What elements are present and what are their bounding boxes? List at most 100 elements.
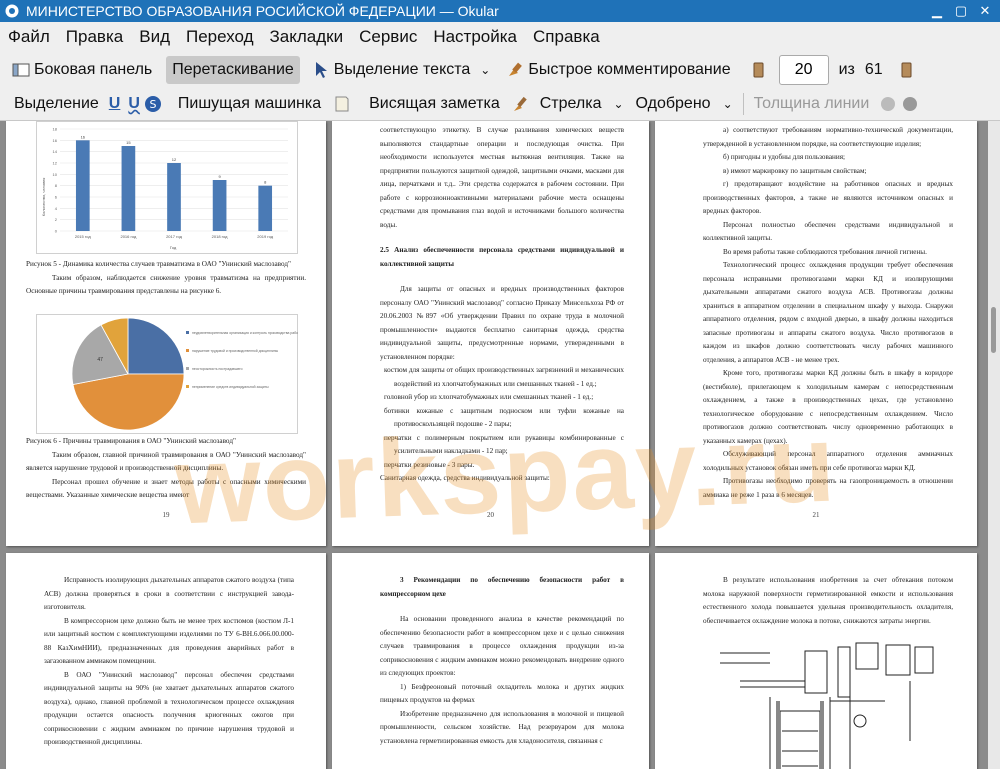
paragraph: В ОАО "Унинский маслозавод" персонал обе… [44,670,294,747]
note-icon [335,96,349,112]
pie-data-label: 47 [97,357,103,363]
chevron-down-icon[interactable]: ⌄ [480,63,490,77]
figure-6-caption: Рисунок 6 - Причины травмирования в ОАО … [26,437,236,445]
y-tick-label: 12 [53,161,58,166]
paragraph: Санитарная одежда, средства индивидуальн… [380,474,550,482]
chevron-down-icon[interactable]: ⌄ [613,97,623,111]
okular-app-icon [5,4,19,18]
drag-button[interactable]: Перетаскивание [166,56,300,84]
bar [167,163,181,231]
list-item: перчатки с полимерным покрытием или рука… [384,433,624,456]
line-width-button[interactable]: Толщина линии [748,90,876,118]
svg-text:S: S [149,98,156,111]
paragraph: Персонал полностью обеспечен средствами … [703,220,953,243]
bar-chart-x-label: Год [170,245,177,250]
pie-chart: 47 неудовлетворительная организация и ко… [36,314,298,434]
typewriter-button[interactable]: Пишущая машинка [172,90,327,118]
color-icon[interactable] [879,95,897,113]
bar [212,180,227,231]
paragraph: Обслуживающий персонал аппаратного отдел… [703,450,953,472]
x-tick-label: 2017 год [166,234,183,239]
total-pages: 61 [864,61,883,78]
stamp-button[interactable]: Одобрено ⌄ [630,90,739,118]
chevron-down-icon[interactable]: ⌄ [723,97,733,111]
page-22: Исправность изолирующих дыхательных аппа… [6,553,326,769]
section-heading: 2.5 Анализ обеспеченности персонала сред… [380,246,624,268]
maximize-icon[interactable]: ▢ [952,2,970,20]
bar-chart-y-label: Количество, человек [41,177,46,216]
menu-settings[interactable]: Настройка [425,27,525,47]
close-icon[interactable]: ✕ [976,2,994,20]
page-20: соответствующую этикетку. В случае разли… [332,121,649,546]
paragraph: На основании проведенного анализа в каче… [380,615,624,677]
vertical-scrollbar[interactable] [988,121,1000,769]
paragraph: Исправность изолирующих дыхательных аппа… [44,576,294,611]
menu-tools[interactable]: Сервис [351,27,425,47]
y-tick-label: 10 [53,172,58,177]
next-page-icon[interactable] [897,61,915,79]
page-number: 19 [162,510,170,519]
legend-entry: нарушение трудовой и производственной ди… [192,349,279,353]
quick-comment-label: Быстрое комментирование [528,61,731,78]
menu-go[interactable]: Переход [178,27,262,47]
document-viewport[interactable]: 0 2 4 6 8 10 12 14 16 18 16 2015 год 15 2016 год 12 201… [0,121,988,769]
bar-chart: 024681012141618162015 год152016 год12201… [36,121,298,254]
paragraph: Во время работы также соблюдаются требов… [723,247,927,256]
list-item: в) имеют маркировку по защитным свойства… [723,166,867,175]
menu-edit[interactable]: Правка [58,27,131,47]
strikeout-icon[interactable]: S [144,95,162,113]
bar [75,140,90,231]
paragraph: Таким образом, наблюдается снижение уров… [26,273,306,296]
list-item: ботинки кожаные с защитным подноском или… [384,406,624,429]
minimize-icon[interactable]: ▁ [928,2,946,20]
page-23: 3 Рекомендации по обеспечению безопаснос… [332,553,649,769]
previous-page-icon[interactable] [749,61,767,79]
pop-up-note-button[interactable]: Висящая заметка [363,90,506,118]
sidebar-button[interactable]: Боковая панель [6,56,158,84]
squiggle-underline-icon[interactable]: U [124,90,144,118]
highlight-label: Выделение [14,95,99,112]
text-select-button[interactable]: Выделение текста ⌄ [306,56,497,84]
text-select-label: Выделение текста [333,61,471,78]
arrow-button[interactable]: Стрелка ⌄ [534,90,630,118]
paragraph: Противогазы необходимо проверять на газо… [703,477,953,499]
list-item: а) соответствуют требованиям нормативно-… [703,126,953,148]
bar-value-label: 16 [81,134,86,139]
scrollbar-thumb[interactable] [991,307,996,353]
opacity-icon[interactable] [901,95,919,113]
menu-file[interactable]: Файл [0,27,58,47]
legend-entry: неудовлетворительная организация и контр… [192,331,298,335]
paragraph: Для защиты от опасных и вредных производ… [380,285,624,361]
x-tick-label: 2019 год [257,234,274,239]
paragraph: Технологический процесс охлаждения проду… [703,261,953,364]
main-toolbar: Боковая панель Перетаскивание Выделение … [0,52,1000,88]
okular-window: МИНИСТЕРСТВО ОБРАЗОВАНИЯ РОСИЙСКОЙ ФЕДЕР… [0,0,1000,769]
page-number-input[interactable] [778,55,829,85]
paragraph: Кроме того, противогазы марки КД должны … [703,369,953,445]
stamp-label: Одобрено [635,95,711,112]
menu-view[interactable]: Вид [131,27,178,47]
page-number: 21 [812,510,820,519]
bar-value-label: 15 [126,140,131,145]
y-tick-label: 18 [53,127,58,132]
underline-icon[interactable]: U [105,90,125,118]
drag-label: Перетаскивание [172,61,294,78]
bar-value-label: 12 [172,157,177,162]
x-tick-label: 2015 год [75,234,92,239]
x-tick-label: 2016 год [120,234,137,239]
technical-drawing [720,642,934,769]
highlight-button[interactable]: Выделение [8,90,105,118]
pop-up-note-label: Висящая заметка [369,95,500,112]
marker-icon [509,62,523,76]
legend-swatch [186,331,189,334]
legend-swatch [186,367,189,370]
arrow-label: Стрелка [539,95,602,112]
bar [258,185,273,231]
list-item: б) пригодны и удобны для пользования; [723,153,846,161]
menu-bookmarks[interactable]: Закладки [262,27,352,47]
quick-comment-button[interactable]: Быстрое комментирование [500,56,736,84]
menu-help[interactable]: Справка [525,27,608,47]
sidebar-icon [12,63,30,77]
legend-swatch [186,385,189,388]
list-item: головной убор из хлопчатобумажных или см… [384,393,594,401]
